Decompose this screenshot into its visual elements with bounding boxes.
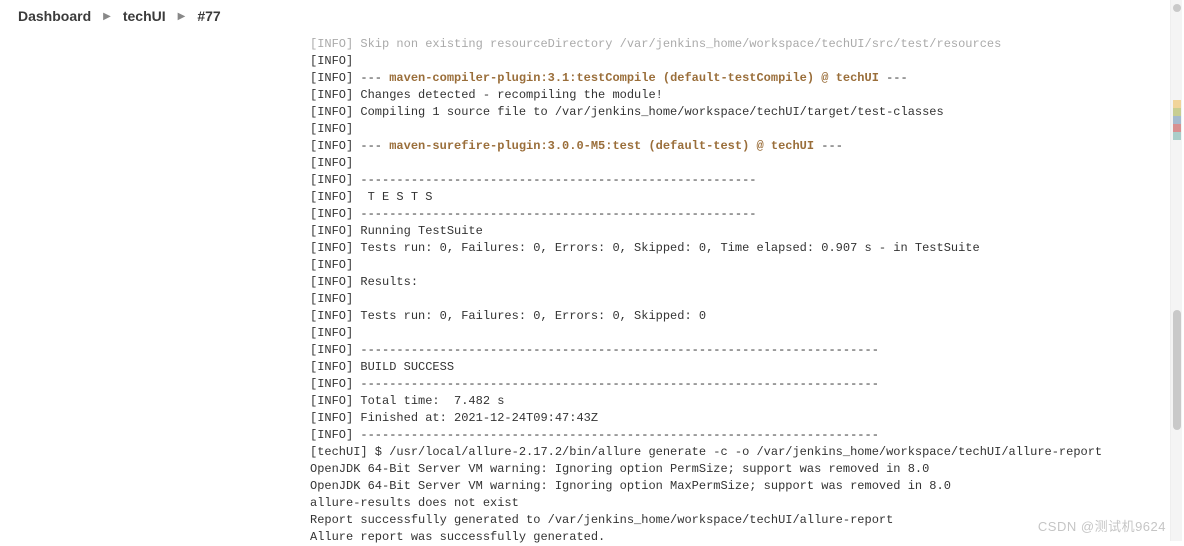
console-line: OpenJDK 64-Bit Server VM warning: Ignori…	[310, 461, 1184, 478]
console-line: [INFO] Skip non existing resourceDirecto…	[310, 36, 1184, 53]
vertical-scrollbar[interactable]	[1170, 0, 1182, 541]
watermark: CSDN @测试机9624	[1038, 516, 1166, 535]
scrollbar-thumb[interactable]	[1173, 4, 1181, 12]
console-line: [INFO] Changes detected - recompiling th…	[310, 87, 1184, 104]
console-line: [INFO] --- maven-surefire-plugin:3.0.0-M…	[310, 138, 1184, 155]
console-line: [INFO]	[310, 291, 1184, 308]
console-line: [INFO] Tests run: 0, Failures: 0, Errors…	[310, 308, 1184, 325]
console-line: [INFO] Total time: 7.482 s	[310, 393, 1184, 410]
console-line: [INFO] Tests run: 0, Failures: 0, Errors…	[310, 240, 1184, 257]
scrollbar-marker	[1173, 100, 1181, 140]
console-line: OpenJDK 64-Bit Server VM warning: Ignori…	[310, 478, 1184, 495]
console-line: [INFO] --- maven-compiler-plugin:3.1:tes…	[310, 70, 1184, 87]
chevron-right-icon: ▶	[178, 11, 186, 22]
console-line: [INFO] Finished at: 2021-12-24T09:47:43Z	[310, 410, 1184, 427]
console-line: [INFO] ---------------------------------…	[310, 427, 1184, 444]
chevron-right-icon: ▶	[103, 11, 111, 22]
console-line: [INFO] Compiling 1 source file to /var/j…	[310, 104, 1184, 121]
console-line: [INFO]	[310, 155, 1184, 172]
console-line: [INFO] T E S T S	[310, 189, 1184, 206]
console-line: [INFO] Running TestSuite	[310, 223, 1184, 240]
console-line: [INFO] ---------------------------------…	[310, 376, 1184, 393]
console-line: [INFO]	[310, 121, 1184, 138]
console-line: [techUI] $ /usr/local/allure-2.17.2/bin/…	[310, 444, 1184, 461]
breadcrumb: Dashboard ▶ techUI ▶ #77	[0, 0, 1184, 32]
breadcrumb-dashboard[interactable]: Dashboard	[18, 8, 91, 24]
console-line: [INFO] ---------------------------------…	[310, 172, 1184, 189]
scrollbar-thumb[interactable]	[1173, 310, 1181, 430]
console-line: [INFO]	[310, 53, 1184, 70]
breadcrumb-build[interactable]: #77	[197, 8, 220, 24]
console-line: [INFO] BUILD SUCCESS	[310, 359, 1184, 376]
console-line: [INFO] ---------------------------------…	[310, 206, 1184, 223]
console-line: [INFO]	[310, 257, 1184, 274]
console-line: allure-results does not exist	[310, 495, 1184, 512]
console-output: [INFO] Skip non existing resourceDirecto…	[310, 32, 1184, 546]
breadcrumb-project[interactable]: techUI	[123, 8, 166, 24]
console-line: [INFO] ---------------------------------…	[310, 342, 1184, 359]
console-line: [INFO] Results:	[310, 274, 1184, 291]
console-line: [INFO]	[310, 325, 1184, 342]
